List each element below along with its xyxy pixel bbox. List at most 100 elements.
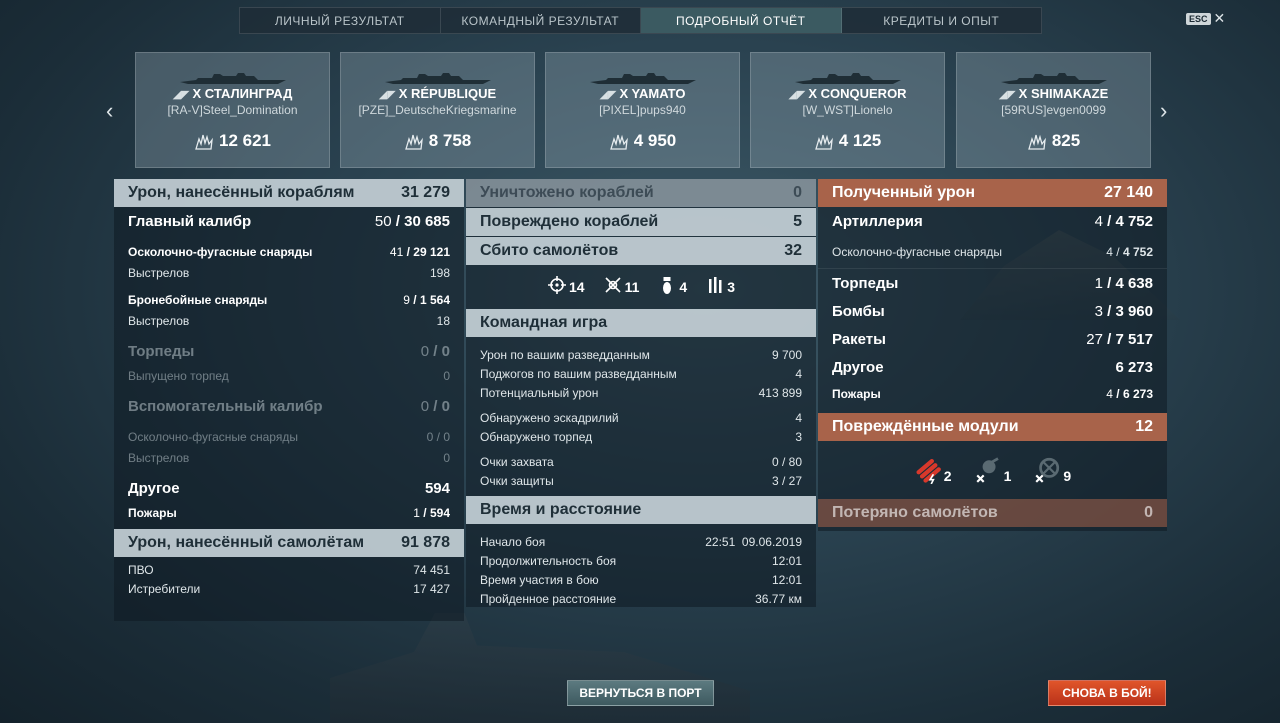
- ship-damage: 4 125: [751, 131, 944, 151]
- main-battery-row: Главный калибр 50 / 30 685: [128, 212, 450, 230]
- tab-detailed[interactable]: ПОДРОБНЫЙ ОТЧЁТ: [641, 8, 842, 33]
- received-he-row: Осколочно-фугасные снаряды 4 / 4 752: [832, 244, 1153, 259]
- teamplay-row: Урон по вашим разведданным 9 700: [480, 347, 802, 362]
- return-to-port-button[interactable]: ВЕРНУТЬСЯ В ПОРТ: [567, 680, 714, 706]
- bombs-row: Бомбы 3 / 3 960: [832, 302, 1153, 320]
- ship-silhouette-icon: [179, 73, 286, 84]
- torpedoes-row: Торпеды 0 / 0: [128, 342, 450, 360]
- ship-card[interactable]: ◢◤ X СТАЛИНГРАД [RA-V]Steel_Domination 12…: [135, 52, 330, 168]
- ap-shots-row: Выстрелов 18: [128, 313, 450, 328]
- ship-silhouette-icon: [794, 73, 901, 84]
- player-name: [PZE]_DeutscheKriegsmarine: [358, 103, 517, 117]
- other-damage-row: Другое 594: [128, 479, 450, 497]
- torpedo-icon: 3: [705, 275, 735, 295]
- player-name: [PIXEL]pups940: [599, 103, 686, 117]
- teamplay-row: Обнаружено торпед 3: [480, 429, 802, 444]
- esc-key-label: ESC: [1186, 12, 1211, 25]
- close-button[interactable]: ESC ✕: [1186, 10, 1225, 27]
- ship-name: ◢◤ X SHIMAKAZE: [998, 86, 1109, 101]
- secondary-battery-row: Вспомогательный калибр 0 / 0: [128, 397, 450, 415]
- ap-shells-row: Бронебойные снаряды 9 / 1 564: [128, 292, 450, 307]
- explosion-icon: [195, 134, 213, 150]
- teamplay-row: Потенциальный урон 413 899: [480, 385, 802, 400]
- torpedoes-launched-row: Выпущено торпед 0: [128, 368, 450, 383]
- turret-destroyed-icon: 1: [974, 456, 1011, 484]
- damaged-modules-header: Повреждённые модули 12: [818, 413, 1167, 441]
- plane-damage-header: Урон, нанесённый самолётам 91 878: [114, 529, 464, 557]
- tab-personal[interactable]: ЛИЧНЫЙ РЕЗУЛЬТАТ: [240, 8, 441, 33]
- ship-name: ◢◤ X СТАЛИНГРАД: [172, 86, 293, 101]
- ship-class-icon: ◢◤: [998, 89, 1016, 101]
- crosshair-icon: 14: [547, 275, 585, 295]
- explosion-icon: [404, 134, 423, 150]
- ship-name: ◢◤ X YAMATO: [599, 86, 686, 101]
- aa-mount-destroyed-icon: 9: [1033, 456, 1071, 484]
- bomb-icon: 4: [657, 275, 687, 295]
- ship-card[interactable]: ◢◤ X SHIMAKAZE [59RUS]evgen0099 825: [956, 52, 1151, 168]
- ship-name: ◢◤ X RÉPUBLIQUE: [378, 86, 497, 101]
- explosion-icon: [1027, 134, 1046, 150]
- ship-silhouette-icon: [1000, 73, 1107, 84]
- teamplay-row: Очки захвата 0 / 80: [480, 454, 802, 469]
- damage-received-panel: Полученный урон 27 140 Артиллерия 4 / 4 7…: [818, 179, 1167, 531]
- time-row: Начало боя 22:51 09.06.2019: [480, 534, 802, 549]
- ship-class-icon: ◢◤: [788, 89, 806, 101]
- received-torpedoes-row: Торпеды 1 / 4 638: [832, 274, 1153, 292]
- report-tabs: ЛИЧНЫЙ РЕЗУЛЬТАТ КОМАНДНЫЙ РЕЗУЛЬТАТ ПОД…: [239, 7, 1042, 34]
- ship-silhouette-icon: [384, 73, 491, 84]
- destroyed-ships-header: Уничтожено кораблей 0: [466, 179, 816, 207]
- fires-row: Пожары 1 / 594: [128, 505, 450, 520]
- ship-silhouette-icon: [589, 73, 696, 84]
- received-other-row: Другое 6 273: [832, 358, 1153, 376]
- time-row: Пройденное расстояние 36.77 км: [480, 591, 802, 606]
- ship-card[interactable]: ◢◤ X RÉPUBLIQUE [PZE]_DeutscheKriegsmarin…: [340, 52, 535, 168]
- artillery-row: Артиллерия 4 / 4 752: [832, 212, 1153, 230]
- ship-damage: 8 758: [341, 131, 534, 151]
- next-arrow-icon[interactable]: ›: [1160, 98, 1167, 124]
- modules-breakdown: 2 1 9: [818, 441, 1167, 499]
- fighters-row: Истребители 17 427: [128, 581, 450, 596]
- battle-stats-panel: Уничтожено кораблей 0 Повреждено кораблей…: [466, 179, 816, 607]
- secondary-he-row: Осколочно-фугасные снаряды 0 / 0: [128, 429, 450, 444]
- tab-credits-xp[interactable]: КРЕДИТЫ И ОПЫТ: [842, 8, 1042, 33]
- planes-shot-down-header: Сбито самолётов 32: [466, 237, 816, 265]
- ship-damage: 12 621: [136, 131, 329, 151]
- fighter-icon: 11: [603, 275, 639, 295]
- ship-card[interactable]: ◢◤ X CONQUEROR [W_WST]Lionelo 4 125: [750, 52, 945, 168]
- player-name: [59RUS]evgen0099: [1001, 103, 1106, 117]
- ship-name: ◢◤ X CONQUEROR: [788, 86, 907, 101]
- ship-class-icon: ◢◤: [172, 89, 190, 101]
- tab-team[interactable]: КОМАНДНЫЙ РЕЗУЛЬТАТ: [441, 8, 641, 33]
- explosion-icon: [814, 134, 833, 150]
- ship-damage: 825: [957, 131, 1150, 151]
- ship-class-icon: ◢◤: [378, 89, 396, 101]
- planes-lost-header: Потеряно самолётов 0: [818, 499, 1167, 527]
- teamplay-row: Поджогов по вашим разведданным 4: [480, 366, 802, 381]
- damaged-ships-header: Повреждено кораблей 5: [466, 208, 816, 236]
- prev-arrow-icon[interactable]: ‹: [106, 98, 113, 124]
- time-distance-header: Время и расстояние: [466, 496, 816, 524]
- teamplay-row: Очки защиты 3 / 27: [480, 473, 802, 488]
- ships-damage-header: Урон, нанесённый кораблям 31 279: [114, 179, 464, 207]
- ship-damage: 4 950: [546, 131, 739, 151]
- torpedo-tubes-icon: 2: [914, 456, 952, 484]
- planes-breakdown: 14 11 4 3: [466, 265, 816, 305]
- time-row: Продолжительность боя 12:01: [480, 553, 802, 568]
- player-name: [RA-V]Steel_Domination: [167, 103, 298, 117]
- aa-row: ПВО 74 451: [128, 562, 450, 577]
- secondary-shots-row: Выстрелов 0: [128, 450, 450, 465]
- battle-again-button[interactable]: СНОВА В БОЙ!: [1048, 680, 1166, 706]
- damage-dealt-panel: Урон, нанесённый кораблям 31 279 Главный…: [114, 179, 464, 621]
- explosion-icon: [609, 134, 628, 150]
- ship-card[interactable]: ◢◤ X YAMATO [PIXEL]pups940 4 950: [545, 52, 740, 168]
- player-name: [W_WST]Lionelo: [802, 103, 893, 117]
- received-fires-row: Пожары 4 / 6 273: [832, 387, 1153, 401]
- teamplay-row: Обнаружено эскадрилий 4: [480, 410, 802, 425]
- teamplay-header: Командная игра: [466, 309, 816, 337]
- ship-class-icon: ◢◤: [599, 89, 617, 101]
- received-damage-header: Полученный урон 27 140: [818, 179, 1167, 207]
- time-row: Время участия в бою 12:01: [480, 572, 802, 587]
- he-shells-row: Осколочно-фугасные снаряды 41 / 29 121: [128, 244, 450, 259]
- he-shots-row: Выстрелов 198: [128, 265, 450, 280]
- rockets-row: Ракеты 27 / 7 517: [832, 330, 1153, 348]
